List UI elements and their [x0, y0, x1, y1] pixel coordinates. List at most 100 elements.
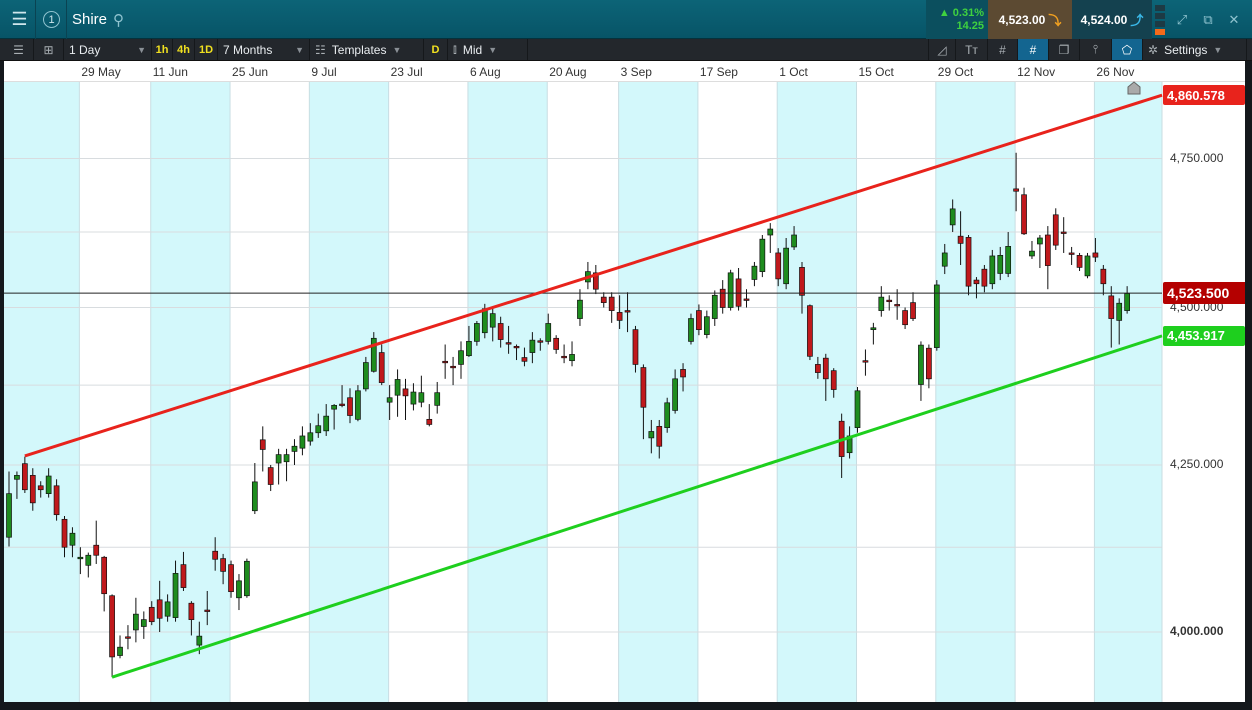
candle-up [1005, 246, 1012, 274]
candle-up [933, 284, 940, 348]
candle-down [125, 636, 131, 639]
candle-up [323, 415, 330, 432]
candle-up [783, 247, 789, 285]
candle-up [283, 454, 290, 463]
candle-down [807, 305, 813, 357]
candle-up [466, 341, 472, 357]
candle-up [394, 379, 401, 396]
candle-down [442, 360, 448, 364]
candle-down [735, 278, 742, 307]
candle-up [133, 613, 139, 631]
candle-up [474, 323, 480, 342]
candle-up [949, 208, 956, 226]
candle-down [1108, 295, 1115, 319]
candle-down [101, 556, 108, 595]
candle-up [418, 392, 425, 403]
candle-down [267, 467, 274, 485]
candle-up [1029, 250, 1035, 257]
candle-down [1076, 255, 1083, 268]
candle-down [719, 288, 726, 308]
candle-down [188, 602, 195, 620]
candle-down [965, 237, 972, 287]
candle-up [363, 362, 369, 390]
candle-up [989, 255, 996, 285]
candle-up [1037, 237, 1043, 245]
candle-up [140, 619, 147, 627]
candle-down [156, 599, 163, 619]
time-band [777, 82, 857, 702]
candle-up [489, 313, 496, 328]
candle-up [410, 391, 417, 405]
candle-up [481, 308, 488, 334]
candle-down [743, 298, 750, 301]
candle-down [505, 342, 512, 345]
window-edge [1245, 61, 1252, 710]
candle-down [37, 485, 44, 491]
candle-up [854, 390, 861, 428]
candle-up [164, 601, 171, 617]
candle-up [545, 323, 552, 342]
candle-down [497, 323, 504, 340]
time-band [4, 82, 80, 702]
candle-down [259, 439, 266, 450]
candle-down [981, 268, 988, 287]
lower-trendline-value: 4,453.917 [1163, 325, 1245, 346]
candle-down [1052, 214, 1059, 246]
candle-down [799, 267, 805, 296]
candle-down [862, 360, 869, 363]
candle-down [378, 352, 385, 383]
candle-down [815, 364, 821, 373]
candle-up [458, 350, 464, 365]
candle-down [632, 329, 639, 365]
window-bottom [0, 702, 1252, 710]
candle-up [6, 493, 12, 538]
candle-up [703, 316, 710, 335]
candle-down [1044, 234, 1051, 266]
candle-down [1060, 231, 1067, 234]
candle-down [109, 595, 115, 658]
candle-down [228, 564, 234, 593]
candle-down [148, 606, 155, 623]
candle-up [172, 573, 179, 618]
candle-up [196, 635, 203, 646]
candle-up [1084, 255, 1091, 277]
candle-up [688, 318, 694, 342]
candle-up [291, 445, 298, 452]
candle-up [251, 481, 258, 512]
candle-down [616, 312, 623, 321]
candle-down [220, 558, 226, 572]
current-price-tag: 4,523.500 [1163, 282, 1247, 305]
candle-up [878, 296, 885, 311]
candle-up [331, 404, 337, 410]
candle-up [117, 646, 123, 656]
upper-trendline-value: 4,860.578 [1163, 85, 1245, 106]
candle-down [29, 475, 36, 504]
candle-down [902, 310, 908, 326]
price-tick-label: 4,750.000 [1170, 150, 1224, 165]
candle-up [275, 454, 282, 464]
candle-up [767, 228, 774, 236]
candle-up [69, 532, 76, 546]
candle-up [759, 238, 766, 272]
candle-up [711, 294, 718, 319]
candle-down [93, 544, 100, 556]
price-axis-background [1162, 82, 1245, 702]
candle-down [830, 370, 837, 390]
candle-up [307, 432, 314, 442]
price-chart[interactable] [0, 0, 1252, 710]
candle-down [775, 252, 782, 280]
candle-up [569, 354, 575, 362]
candle-down [53, 485, 60, 516]
candle-down [561, 355, 567, 359]
candle-up [434, 392, 441, 406]
candle-up [997, 255, 1004, 274]
candle-down [696, 310, 702, 330]
candle-down [894, 304, 901, 307]
candle-up [315, 425, 322, 434]
candle-down [180, 564, 187, 588]
candle-down [426, 418, 433, 425]
candle-down [600, 296, 607, 303]
time-band [467, 82, 548, 702]
candle-down [957, 235, 964, 244]
candle-down [886, 299, 893, 303]
